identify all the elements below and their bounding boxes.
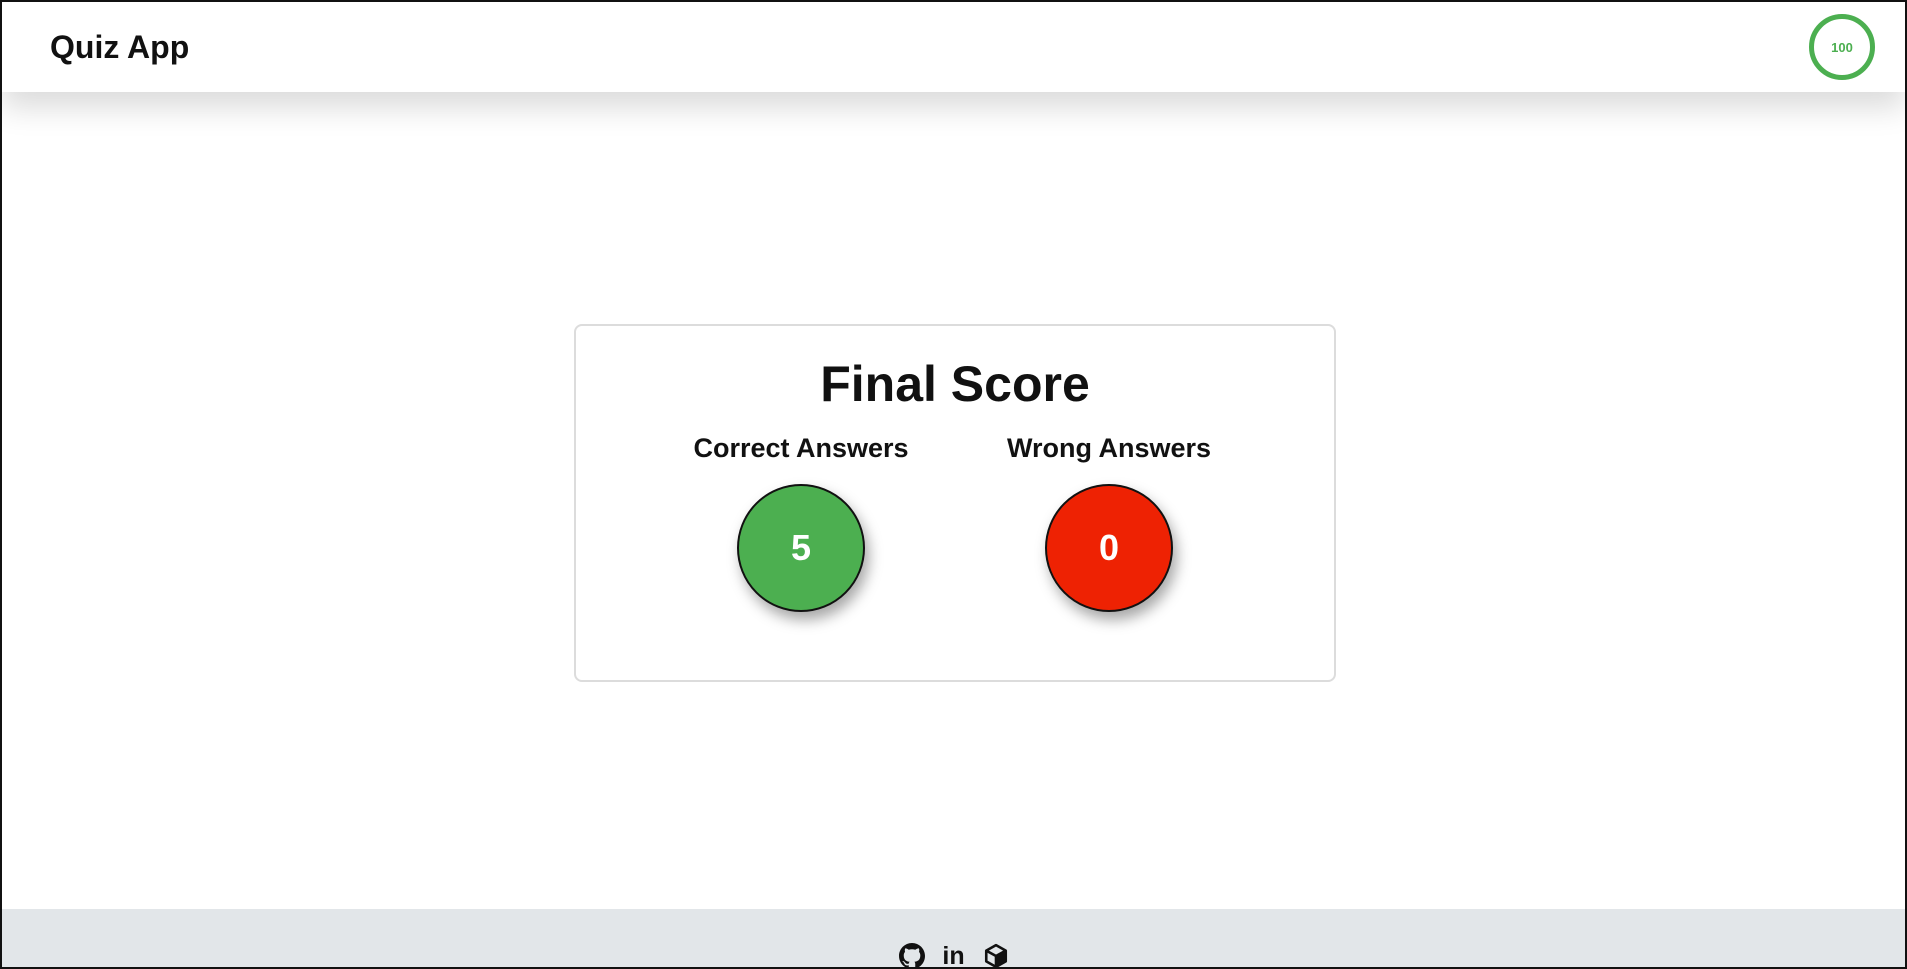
final-score-card: Final Score Correct Answers 5 Wrong Answ… [574, 324, 1336, 682]
linkedin-link[interactable]: in [939, 941, 969, 969]
timer-indicator: 100 [1809, 14, 1875, 80]
linkedin-icon: in [942, 941, 965, 969]
results-row: Correct Answers 5 Wrong Answers 0 [576, 432, 1334, 612]
app-window: Quiz App 100 Final Score Correct Answers… [0, 0, 1907, 969]
footer: in [2, 909, 1905, 967]
correct-answers-column: Correct Answers 5 [690, 432, 912, 612]
codesandbox-link[interactable] [981, 941, 1011, 967]
correct-answers-count: 5 [737, 484, 865, 612]
correct-answers-label: Correct Answers [693, 433, 909, 463]
wrong-answers-column: Wrong Answers 0 [998, 432, 1220, 612]
main-content: Final Score Correct Answers 5 Wrong Answ… [2, 92, 1905, 912]
navbar: Quiz App 100 [2, 2, 1905, 92]
github-icon [898, 943, 925, 967]
app-title: Quiz App [50, 28, 190, 65]
wrong-answers-count: 0 [1045, 484, 1173, 612]
github-link[interactable] [897, 941, 927, 967]
final-score-title: Final Score [820, 356, 1090, 412]
codesandbox-icon [983, 943, 1009, 967]
wrong-answers-label: Wrong Answers [1006, 433, 1212, 463]
timer-value: 100 [1831, 39, 1853, 55]
